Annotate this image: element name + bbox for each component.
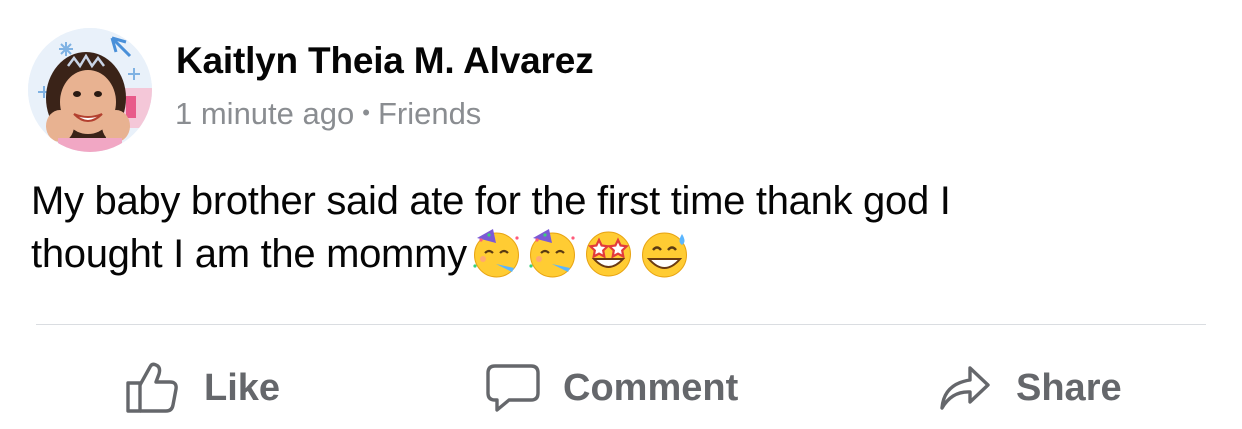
post-timestamp[interactable]: 1 minute ago [175,96,354,131]
post-text: My baby brother said ate for the first t… [31,176,1181,293]
comment-button[interactable]: Comment [485,360,738,416]
share-button[interactable]: Share [938,360,1122,416]
emoji-group [469,226,693,293]
audience-label[interactable]: Friends [378,96,481,131]
grinning-face-with-sweat-emoji [637,226,692,281]
thumbs-up-icon [124,361,182,415]
comment-bubble-icon [485,362,541,414]
partying-face-emoji [469,226,524,281]
share-arrow-icon [938,364,992,412]
author-avatar[interactable] [28,28,152,152]
post-text-line-1: My baby brother said ate for the first t… [31,179,951,223]
post-text-line-2-wrapper: thought I am the mommy [31,226,1181,293]
post-text-line-2: thought I am the mommy [31,232,467,276]
meta-separator: • [362,100,370,125]
share-label: Share [1016,366,1122,409]
post-meta: 1 minute ago • Friends [175,96,481,132]
feed-post: Kaitlyn Theia M. Alvarez 1 minute ago • Fr… [0,0,1242,429]
comment-label: Comment [563,366,739,409]
author-name[interactable]: Kaitlyn Theia M. Alvarez [176,40,594,82]
action-divider [36,324,1206,325]
like-label: Like [204,366,281,409]
star-struck-emoji [581,226,636,281]
like-button[interactable]: Like [124,360,280,416]
partying-face-emoji [525,226,580,281]
